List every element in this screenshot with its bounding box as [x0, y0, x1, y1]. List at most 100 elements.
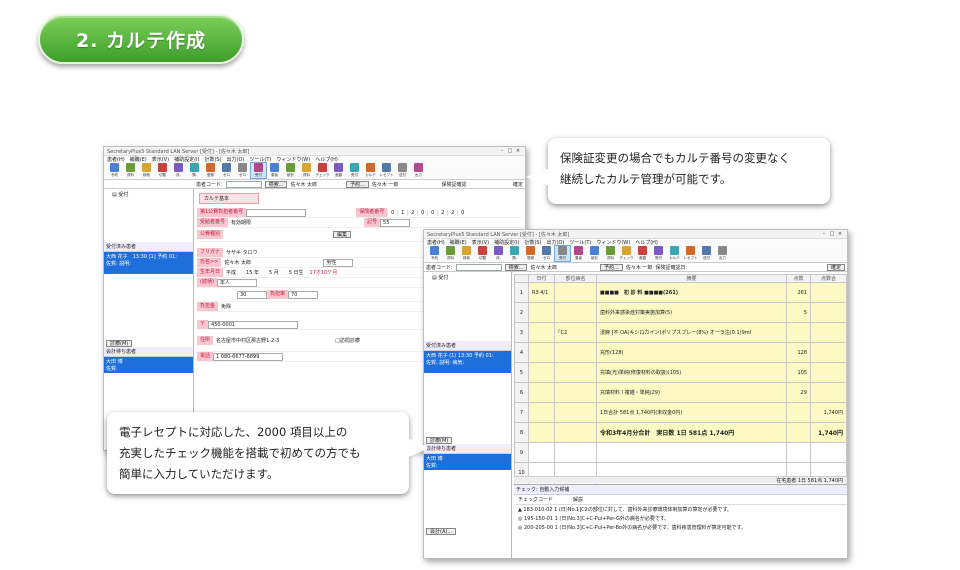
check-row[interactable]: ◎ 200-205-00 1 (日)No.3]C+C-Pul+Per-Bo外の病…: [514, 523, 847, 532]
toolbar-button[interactable]: 予約: [107, 163, 122, 178]
grid-row[interactable]: 4 充形(128) 128: [514, 342, 847, 363]
burden-input[interactable]: 30: [237, 290, 267, 299]
toolbar-button[interactable]: レセプト: [379, 163, 394, 178]
menu-item[interactable]: 出力(O): [547, 239, 565, 246]
grid-cell-desc[interactable]: 1日合計 581点 1,740円(未収金0円): [596, 402, 787, 423]
grid-cell-date[interactable]: [528, 422, 555, 443]
grid-cell-date[interactable]: [528, 302, 555, 323]
consult-button[interactable]: 診療(M): [106, 340, 133, 347]
exempt-check[interactable]: 免除: [218, 303, 234, 310]
toolbar-button[interactable]: 資料: [443, 246, 458, 261]
reserve-button[interactable]: 予約...: [600, 263, 623, 271]
menu-item[interactable]: 補助設定(I): [174, 156, 199, 163]
billing-patient-item[interactable]: 大田 博佐賀:: [424, 454, 511, 470]
toolbar-button[interactable]: 受付: [554, 245, 571, 262]
search-button[interactable]: 検索...: [264, 180, 288, 188]
check-row[interactable]: ◎ 195-150-01 1 (日)No.3]C+C-Pul+Per-G外の病名…: [514, 514, 847, 523]
burden-input-2[interactable]: 70: [288, 290, 319, 299]
grid-cell-sum[interactable]: [810, 362, 847, 383]
grid-cell-date[interactable]: R3 4/1: [528, 282, 555, 303]
menu-item[interactable]: ヘルプ(H): [315, 156, 338, 163]
grid-cell-site[interactable]: [554, 342, 597, 363]
grid-cell-pts[interactable]: [786, 322, 811, 343]
grid-cell-sum[interactable]: 1,740円: [810, 422, 847, 443]
grid-cell-date[interactable]: [528, 322, 555, 343]
grid-cell-site[interactable]: [554, 362, 597, 383]
grid-cell-site[interactable]: [554, 402, 597, 423]
grid-cell-pts[interactable]: 29: [786, 382, 811, 403]
menu-item[interactable]: 表示(V): [472, 239, 489, 246]
grid-row[interactable]: 3 ｢C2 浸麻 [不 OA(キシロカイン)ポリプスブレー(8%) オーラ注(0.1…: [514, 322, 847, 343]
grid-cell-site[interactable]: ｢C2: [554, 322, 597, 343]
menu-item[interactable]: 計数(S): [204, 156, 221, 163]
zip-input[interactable]: 450-0001: [208, 320, 299, 329]
toolbar-button[interactable]: ゼロ: [219, 163, 234, 178]
grid-cell-pts[interactable]: 105: [786, 362, 811, 383]
grid-cell-site[interactable]: [554, 422, 597, 443]
edit-button[interactable]: 編集: [333, 231, 352, 238]
grid-cell-date[interactable]: [528, 402, 555, 423]
reception-tree[interactable]: ▤ 受付: [104, 189, 193, 200]
minimize-icon[interactable]: –: [820, 231, 828, 237]
menu-item[interactable]: 補職(E): [450, 239, 467, 246]
toolbar-button[interactable]: 資料: [299, 163, 314, 178]
grid-cell-sum[interactable]: [810, 302, 847, 323]
karte-tab[interactable]: カルテ基本: [199, 193, 259, 204]
grid-cell-site[interactable]: [554, 382, 597, 403]
grid-cell-site[interactable]: [554, 302, 597, 323]
grid-cell-date[interactable]: [528, 442, 555, 463]
toolbar-button[interactable]: チェック: [315, 163, 330, 178]
toolbar-button[interactable]: 差額: [331, 163, 346, 178]
accounting-button[interactable]: 会計(A)...: [426, 528, 457, 535]
symbol-input[interactable]: 55: [380, 218, 411, 227]
menu-item[interactable]: 患者(H): [427, 239, 445, 246]
grid-cell-desc[interactable]: 歯科外来感染症対策実施加算(5): [596, 302, 787, 323]
grid-cell-site[interactable]: [554, 282, 597, 303]
toolbar-button[interactable]: 預-: [507, 246, 522, 261]
grid-row[interactable]: 1 R3 4/1 ■■■■ 初 診 料 ■■■■(261) 261: [514, 282, 847, 303]
grid-cell-desc[interactable]: 充填材料 I 複雑・単純(29): [596, 382, 787, 403]
toolbar-button[interactable]: 改-: [171, 163, 186, 178]
menu-item[interactable]: 患者(H): [107, 156, 125, 163]
tel-input[interactable]: 1 080-6677-8899: [213, 352, 284, 361]
grid-cell-desc[interactable]: 充填(光)単純(修復材料の取扱)(105): [596, 362, 787, 383]
toolbar-button[interactable]: 預-: [187, 163, 202, 178]
toolbar-button[interactable]: 受付: [250, 162, 267, 179]
menu-item[interactable]: 表示(V): [152, 156, 169, 163]
toolbar-button[interactable]: ゼロ: [235, 163, 250, 178]
grid-cell-pts[interactable]: 5: [786, 302, 811, 323]
home-visit-check[interactable]: □訪問診療: [332, 337, 363, 344]
consult-button[interactable]: 診療(M): [426, 437, 453, 444]
grid-row[interactable]: 5 充填(光)単純(修復材料の取扱)(105) 105: [514, 362, 847, 383]
toolbar-button[interactable]: ゼロ: [539, 246, 554, 261]
grid-cell-desc[interactable]: 浸麻 [不 OA(キシロカイン)ポリプスブレー(8%) オーラ注(0.1)9ml: [596, 322, 787, 343]
grid-cell-sum[interactable]: [810, 322, 847, 343]
menu-item[interactable]: ウィンドウ(W): [596, 239, 630, 246]
grid-row[interactable]: 8 令和3年4月分合計 実日数 1日 581点 1,740円 1,740円: [514, 422, 847, 443]
grid-row[interactable]: 2 歯科外来感染症対策実施加算(5) 5: [514, 302, 847, 323]
received-patient-item[interactable]: 大西 花子 13:30 [1] 予約 01: 佐賀: 説明:: [104, 252, 193, 274]
toolbar-button[interactable]: 切替: [475, 246, 490, 261]
menu-item[interactable]: ウィンドウ(W): [276, 156, 310, 163]
menu-item[interactable]: ツール(T): [249, 156, 271, 163]
menu-item[interactable]: 補職(E): [130, 156, 147, 163]
grid-row[interactable]: 7 1日合計 581点 1,740円(未収金0円) 1,740円: [514, 402, 847, 423]
toolbar-button[interactable]: 登録: [523, 246, 538, 261]
grid-row[interactable]: 6 充填材料 I 複雑・単純(29) 29: [514, 382, 847, 403]
toolbar-button[interactable]: 資料: [123, 163, 138, 178]
grid-cell-pts[interactable]: 261: [786, 282, 811, 303]
grid-cell-pts[interactable]: [786, 402, 811, 423]
relation-select[interactable]: 本人: [216, 278, 257, 287]
toolbar-button[interactable]: 統計: [587, 246, 602, 261]
grid-cell-desc[interactable]: 令和3年4月分合計 実日数 1日 581点 1,740円: [596, 422, 787, 443]
toolbar-button[interactable]: 登録: [203, 163, 218, 178]
toolbar-button[interactable]: 出力: [411, 163, 426, 178]
toolbar-button[interactable]: 検索: [139, 163, 154, 178]
received-patient-item[interactable]: 大西 花子 (1) 13:30 予約 01: 佐賀: 説明: 病気:: [424, 351, 511, 373]
grid-cell-sum[interactable]: 1,740円: [810, 402, 847, 423]
grid-cell-desc[interactable]: [596, 442, 787, 463]
toolbar-button[interactable]: 出力: [715, 246, 730, 261]
billing-patient-item[interactable]: 大田 博佐賀:: [104, 357, 193, 373]
menu-item[interactable]: 補助設定(I): [494, 239, 519, 246]
grid-cell-desc[interactable]: ■■■■ 初 診 料 ■■■■(261): [596, 282, 787, 303]
